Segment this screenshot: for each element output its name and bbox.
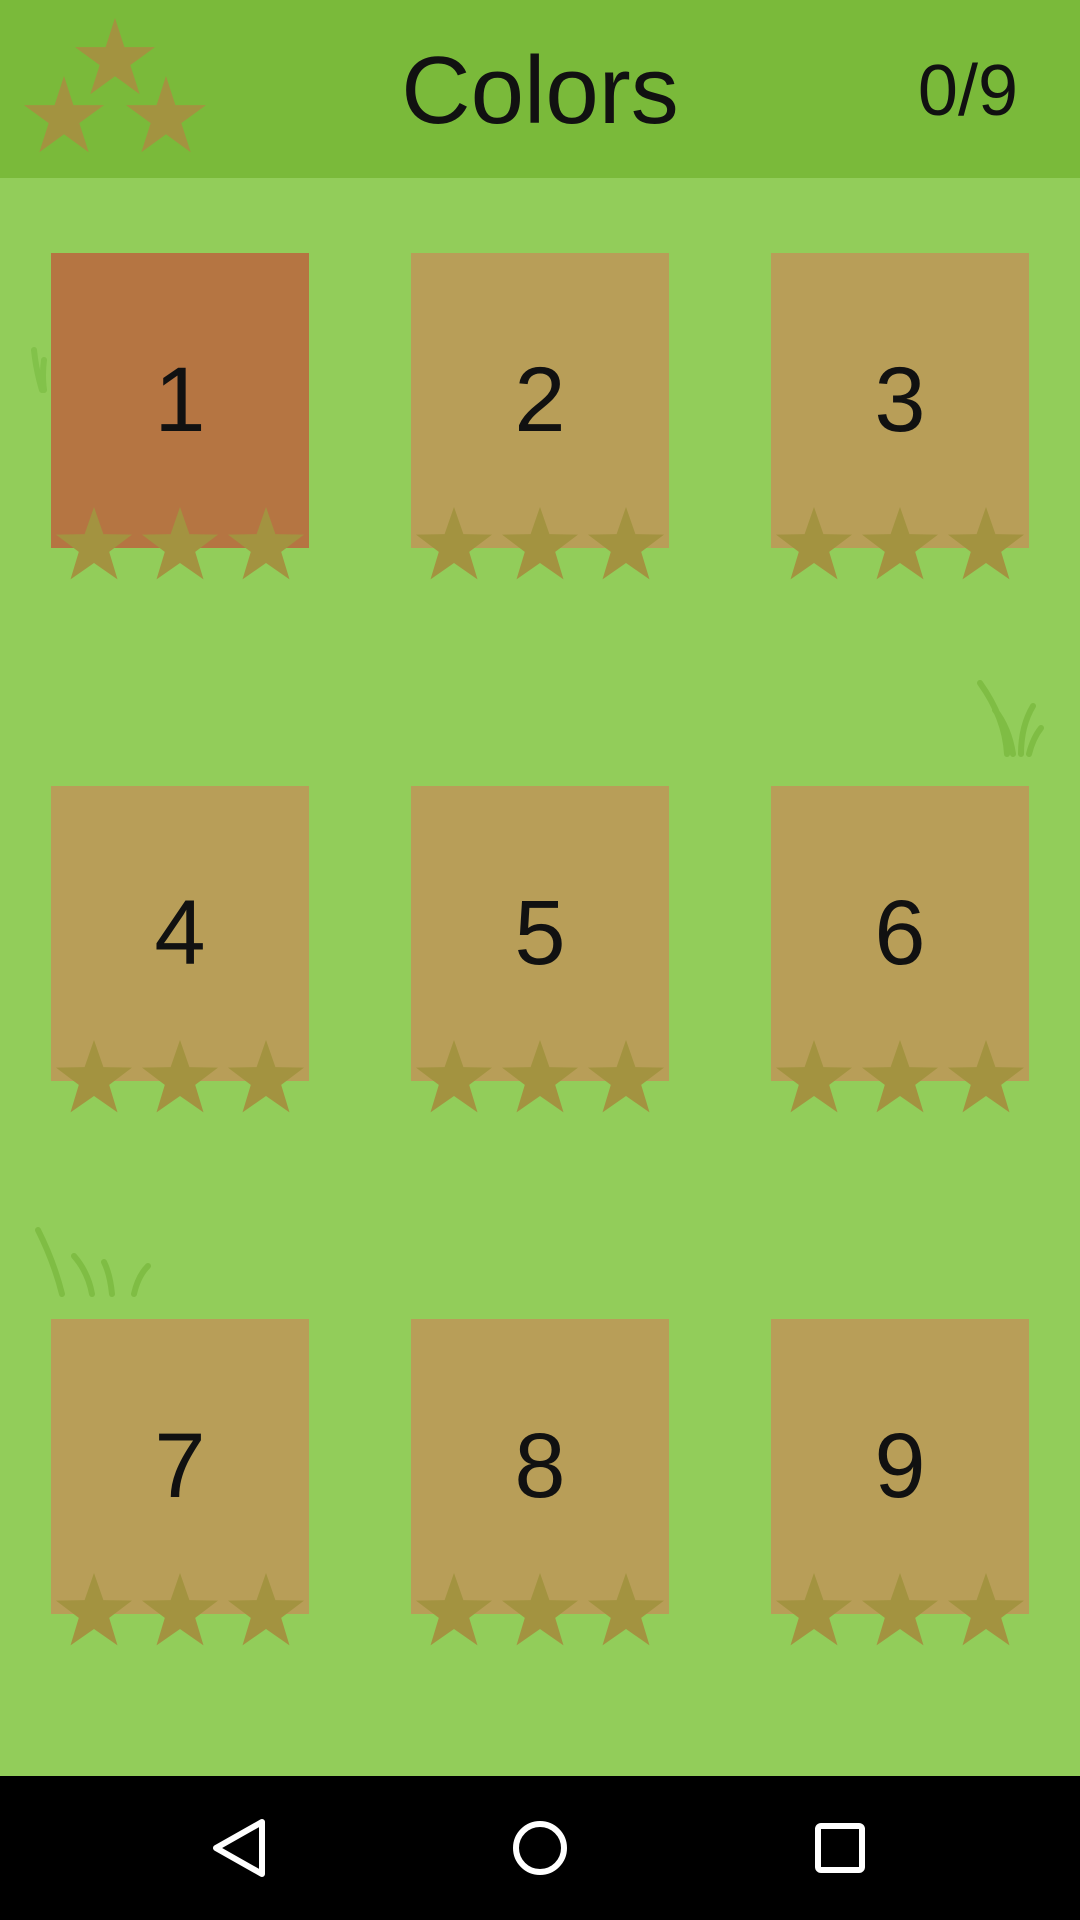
level-stars-rating (416, 507, 664, 580)
level-8-button[interactable]: 8 (411, 1319, 669, 1646)
star-icon (948, 1573, 1024, 1646)
level-stars-rating (776, 507, 1024, 580)
star-icon (776, 1040, 852, 1113)
home-button[interactable] (460, 1776, 620, 1920)
level-stars-rating (776, 1573, 1024, 1646)
level-7-button[interactable]: 7 (51, 1319, 309, 1646)
level-4-button[interactable]: 4 (51, 786, 309, 1113)
star-icon (228, 507, 304, 580)
level-stars-rating (56, 1573, 304, 1646)
star-icon (588, 1040, 664, 1113)
star-icon (776, 507, 852, 580)
back-button[interactable] (160, 1776, 320, 1920)
level-9-button[interactable]: 9 (771, 1319, 1029, 1646)
star-icon (948, 507, 1024, 580)
star-icon (228, 1573, 304, 1646)
home-circle-icon (513, 1821, 567, 1875)
star-icon (228, 1040, 304, 1113)
level-stars-rating (776, 1040, 1024, 1113)
star-icon (142, 507, 218, 580)
recents-button[interactable] (760, 1776, 920, 1920)
star-icon (502, 1573, 578, 1646)
star-icon (588, 507, 664, 580)
star-icon (142, 1573, 218, 1646)
star-icon (862, 507, 938, 580)
star-icon (416, 507, 492, 580)
star-icon (862, 1573, 938, 1646)
level-6-button[interactable]: 6 (771, 786, 1029, 1113)
navigation-bar (0, 1776, 1080, 1920)
star-icon (416, 1040, 492, 1113)
star-icon (502, 1040, 578, 1113)
level-stars-rating (56, 507, 304, 580)
star-icon (56, 507, 132, 580)
level-2-button[interactable]: 2 (411, 253, 669, 580)
level-5-button[interactable]: 5 (411, 786, 669, 1113)
star-icon (948, 1040, 1024, 1113)
star-icon (502, 507, 578, 580)
level-select-screen: Colors 0/9 123456789 (0, 0, 1080, 1920)
recents-square-icon (815, 1823, 865, 1873)
level-stars-rating (416, 1040, 664, 1113)
star-icon (56, 1573, 132, 1646)
level-1-button[interactable]: 1 (51, 253, 309, 580)
back-triangle-icon (213, 1819, 265, 1877)
level-stars-rating (416, 1573, 664, 1646)
star-icon (416, 1573, 492, 1646)
level-3-button[interactable]: 3 (771, 253, 1029, 580)
star-icon (588, 1573, 664, 1646)
star-icon (862, 1040, 938, 1113)
level-stars-rating (56, 1040, 304, 1113)
star-icon (776, 1573, 852, 1646)
star-icon (142, 1040, 218, 1113)
level-grid: 123 456 789 (0, 0, 1080, 1776)
star-icon (56, 1040, 132, 1113)
